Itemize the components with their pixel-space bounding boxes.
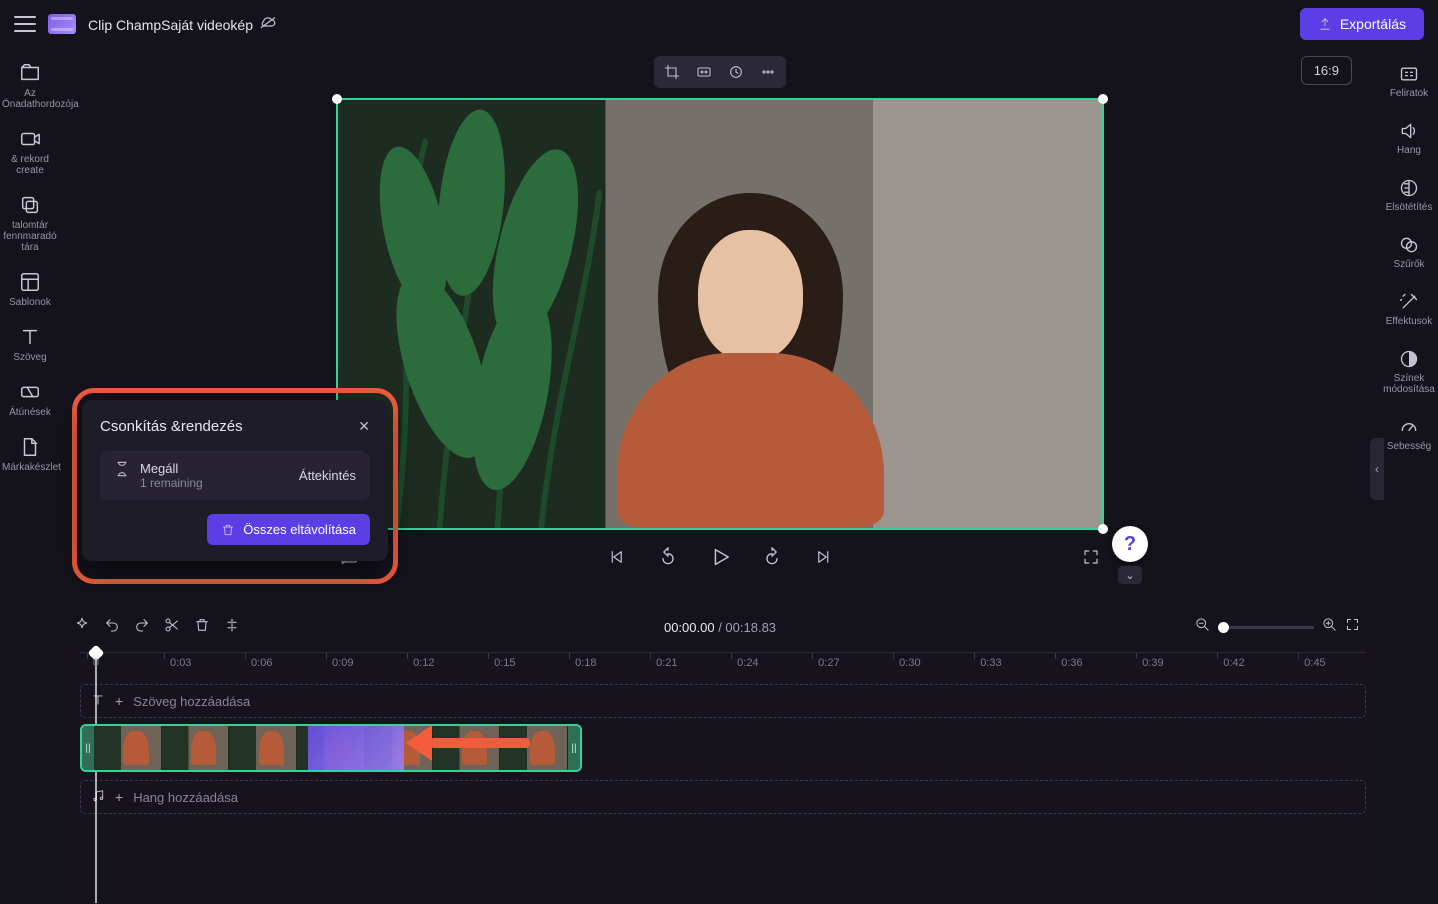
text-icon: [91, 693, 105, 710]
rail-record[interactable]: & rekord create: [2, 128, 58, 176]
ruler[interactable]: 0 0:03 0:06 0:09 0:12 0:15 0:18 0:21 0:2…: [80, 652, 1366, 676]
split-at-icon[interactable]: [224, 617, 240, 638]
forward-icon[interactable]: [759, 544, 785, 570]
pause-segment[interactable]: [308, 726, 404, 770]
rail-effects[interactable]: Effektusok: [1386, 292, 1433, 327]
zoom-fit-icon[interactable]: [1345, 617, 1360, 637]
project-name[interactable]: Saját videokép: [161, 17, 253, 33]
redo-icon[interactable]: [134, 617, 150, 638]
pip-icon[interactable]: [722, 60, 750, 84]
zoom-out-icon[interactable]: [1195, 617, 1210, 637]
right-rail: Feliratok Hang Elsötétítés Szűrők Effekt…: [1380, 48, 1438, 904]
rail-colors[interactable]: Színek módosítása: [1381, 349, 1437, 395]
remove-all-button[interactable]: Összes eltávolítása: [207, 514, 370, 545]
text-lane[interactable]: + Szöveg hozzáadása: [80, 684, 1366, 718]
split-icon[interactable]: [164, 617, 180, 638]
timeline[interactable]: 0 0:03 0:06 0:09 0:12 0:15 0:18 0:21 0:2…: [60, 644, 1380, 904]
zoom-slider[interactable]: [1218, 626, 1314, 629]
menu-icon[interactable]: [14, 16, 36, 32]
export-label: Exportálás: [1340, 16, 1406, 32]
aspect-button[interactable]: 16:9: [1301, 56, 1352, 85]
play-icon[interactable]: [707, 544, 733, 570]
rail-media[interactable]: Az Önadathordozója: [2, 62, 58, 110]
more-icon[interactable]: [754, 60, 782, 84]
rail-captions[interactable]: Feliratok: [1390, 64, 1428, 99]
popup-item[interactable]: Megáll 1 remaining Áttekintés: [100, 451, 370, 500]
rail-templates[interactable]: Sablonok: [9, 271, 51, 308]
rail-library[interactable]: talomtár fennmaradó tára: [2, 194, 58, 253]
preview-frame: [338, 100, 1102, 528]
annotation-arrow: [406, 725, 530, 761]
hourglass-icon: [114, 461, 130, 482]
trim-popup: Csonkítás &rendezés ✕ Megáll 1 remaining…: [82, 400, 388, 561]
rail-filters[interactable]: Szűrők: [1393, 235, 1424, 270]
fit-icon[interactable]: [690, 60, 718, 84]
clip-right-handle[interactable]: ||: [568, 726, 580, 770]
skip-start-icon[interactable]: [603, 544, 629, 570]
clip-left-handle[interactable]: ||: [82, 726, 94, 770]
delete-icon[interactable]: [194, 617, 210, 638]
timeline-toolbar: 00:00.00 / 00:18.83: [60, 610, 1380, 644]
crop-icon[interactable]: [658, 60, 686, 84]
zoom-in-icon[interactable]: [1322, 617, 1337, 637]
transport-bar: ? ⌄: [336, 544, 1104, 570]
rail-speed[interactable]: Sebesség: [1387, 417, 1431, 452]
preview-canvas[interactable]: [336, 98, 1104, 530]
audio-lane[interactable]: + Hang hozzáadása: [80, 780, 1366, 814]
fullscreen-icon[interactable]: [1078, 544, 1104, 570]
rewind-icon[interactable]: [655, 544, 681, 570]
rail-audio[interactable]: Hang: [1397, 121, 1421, 156]
rail-text[interactable]: Szöveg: [13, 326, 46, 363]
plus-icon: +: [115, 693, 123, 709]
export-button[interactable]: Exportálás: [1300, 8, 1424, 40]
handle-br[interactable]: [1098, 524, 1108, 534]
help-button[interactable]: ?: [1112, 526, 1148, 562]
rail-transitions[interactable]: Átúnések: [9, 381, 51, 418]
app-logo: [48, 14, 76, 34]
skip-end-icon[interactable]: [811, 544, 837, 570]
undo-icon[interactable]: [104, 617, 120, 638]
help-chevron-icon[interactable]: ⌄: [1118, 566, 1142, 584]
magic-icon[interactable]: [74, 617, 90, 638]
left-rail: Az Önadathordozója & rekord create talom…: [0, 48, 60, 904]
review-link[interactable]: Áttekintés: [299, 468, 356, 483]
handle-tr[interactable]: [1098, 94, 1108, 104]
handle-tl[interactable]: [332, 94, 342, 104]
plus-icon: +: [115, 789, 123, 805]
app-name: Clip Champ: [88, 17, 161, 33]
cloud-off-icon: [259, 16, 277, 33]
collapse-right-icon[interactable]: ‹: [1370, 438, 1384, 500]
popup-title: Csonkítás &rendezés: [100, 418, 243, 435]
close-icon[interactable]: ✕: [358, 418, 370, 435]
preview-toolstrip: [654, 56, 786, 88]
music-icon: [91, 789, 105, 806]
rail-brandkit[interactable]: Márkakészlet: [2, 436, 58, 473]
time-readout: 00:00.00 / 00:18.83: [664, 620, 776, 635]
rail-fade[interactable]: Elsötétítés: [1386, 178, 1433, 213]
